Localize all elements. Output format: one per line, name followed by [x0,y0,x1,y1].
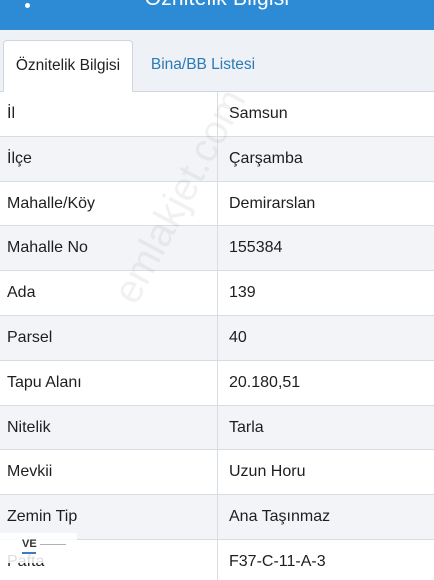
attribute-key: Mahalle No [7,239,88,257]
table-row: İl Samsun [0,92,434,137]
table-row: Mahalle/Köy Demirarslan [0,181,434,227]
page-title: Öznitelik Bilgisi [0,0,434,11]
tab-bar: Öznitelik Bilgisi Bina/BB Listesi [0,30,434,92]
column-divider [217,181,218,226]
attribute-value: 20.180,51 [229,373,301,391]
attribute-value: Samsun [229,105,288,122]
attribute-value: Tarla [229,418,264,436]
attribute-key: Ada [7,284,36,302]
attribute-key: İl [7,105,15,122]
column-divider [217,136,218,181]
attribute-value: Uzun Horu [229,463,306,481]
column-divider [217,450,218,495]
corner-logo: VE [0,533,77,563]
attribute-table: İl Samsun İlçe Çarşamba Mahalle/Köy Demi… [0,92,434,580]
table-row: Mevkii Uzun Horu [0,450,434,496]
attribute-value: 139 [229,284,256,302]
column-divider [217,539,218,580]
attribute-key: Parsel [7,328,53,346]
attribute-info-screen: Öznitelik Bilgisi Öznitelik Bilgisi Bina… [0,0,434,580]
attribute-key: Mahalle/Köy [7,194,96,212]
attribute-value: F37-C-11-A-3 [229,552,326,570]
table-row: Mahalle No 155384 [0,226,434,272]
attribute-value: Çarşamba [229,149,303,167]
table-row: Ada 139 [0,271,434,316]
attribute-key: Mevkii [7,463,53,481]
column-divider [217,495,218,539]
logo-bar [22,552,36,554]
tab-attribute-info[interactable]: Öznitelik Bilgisi [3,40,133,92]
column-divider [217,360,218,405]
logo-text: VE [22,538,37,550]
attribute-value: Demirarslan [229,194,316,212]
attribute-value: Ana Taşınmaz [229,508,331,526]
attribute-value: 40 [229,328,247,346]
column-divider [217,315,218,360]
logo-line [40,544,66,545]
attribute-key: Nitelik [7,418,51,436]
table-row: Nitelik Tarla [0,405,434,451]
attribute-key: İlçe [7,149,32,167]
table-row: Parsel 40 [0,315,434,361]
attribute-value: 155384 [229,239,283,257]
column-divider [217,405,218,450]
top-app-bar: Öznitelik Bilgisi [0,0,434,30]
column-divider [217,92,218,136]
tab-building-list[interactable]: Bina/BB Listesi [140,40,266,92]
attribute-key: Tapu Alanı [7,373,82,391]
column-divider [217,226,218,271]
table-row: İlçe Çarşamba [0,136,434,182]
column-divider [217,271,218,315]
table-row: Tapu Alanı 20.180,51 [0,360,434,406]
